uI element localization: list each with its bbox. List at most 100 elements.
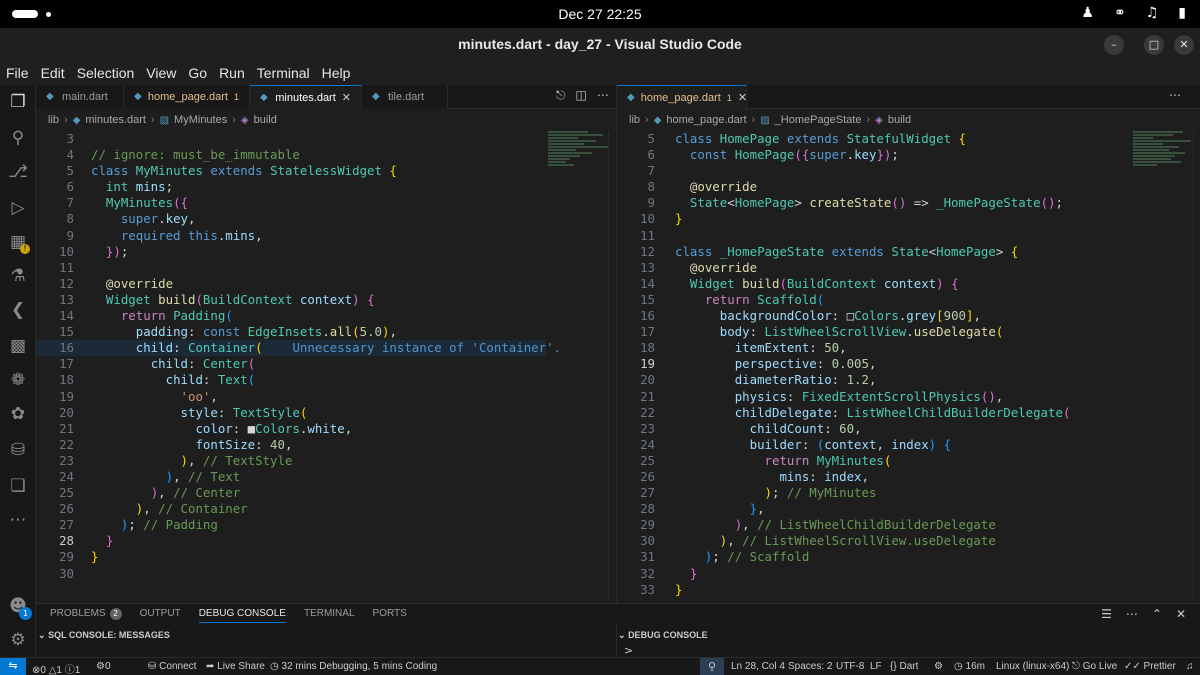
code-line[interactable]: 8 @override [617,179,1127,195]
panel-tab-problems[interactable]: PROBLEMS 2 [50,608,122,623]
figma-icon[interactable]: ❁ [0,365,36,395]
language-mode-status[interactable]: {} Dart [890,661,918,672]
code-line[interactable]: 28 }, [617,501,1127,517]
code-editor-right[interactable]: 5 class HomePage extends StatefulWidget {… [617,131,1127,598]
code-line[interactable]: 23 childCount: 60, [617,421,1127,437]
minimize-button[interactable]: – [1104,35,1124,55]
time-tracker-status[interactable]: ◷ 16m [954,661,985,672]
tab-tile-dart[interactable]: ◆ tile.dart [362,85,448,109]
code-line[interactable]: 21 physics: FixedExtentScrollPhysics(), [617,389,1127,405]
breadcrumb-class[interactable]: _HomePageState [775,114,862,126]
code-line[interactable]: 6 const HomePage({super.key}); [617,147,1127,163]
sql-connect-status[interactable]: ⛁ Connect [148,661,196,672]
remote-indicator-icon[interactable]: ⇋ [0,658,26,675]
encoding-status[interactable]: UTF-8 [836,661,864,672]
close-window-button[interactable]: ✕ [1174,35,1194,55]
settings-gear-icon[interactable]: ⚙ [0,625,36,655]
code-line[interactable]: 13 Widget build(BuildContext context) { [36,292,546,308]
code-line[interactable]: 25 ), // Center [36,485,546,501]
open-changes-icon[interactable]: ⎋ [556,88,566,103]
code-line[interactable]: 12 @override [36,276,546,292]
code-line[interactable]: 14 return Padding( [36,308,546,324]
coding-time-status[interactable]: ◷ 32 mins Debugging, 5 mins Coding [270,661,437,672]
code-line[interactable]: 28 } [36,533,546,549]
live-share-status[interactable]: ➦ Live Share [206,661,265,672]
filter-icon[interactable]: ⋯ [1126,607,1138,621]
code-line[interactable]: 11 [36,260,546,276]
code-line[interactable]: 22 fontSize: 40, [36,437,546,453]
debug-console-prompt[interactable]: > [624,644,633,657]
menu-file[interactable]: File [0,61,35,85]
panel-tab-terminal[interactable]: TERMINAL [304,608,355,623]
extensions-icon[interactable]: ▦! [0,227,36,257]
battery-icon[interactable]: ▮ [1178,5,1186,21]
tab-home-page-dart-right[interactable]: ◆ home_page.dart 1 ✕ [617,85,747,109]
code-line[interactable]: 31 ); // Scaffold [617,549,1127,565]
more-icon[interactable]: ⋯ [0,505,36,535]
breadcrumb-file[interactable]: minutes.dart [85,114,146,126]
prettier-status[interactable]: ✓✓ Prettier [1124,661,1176,672]
wifi-icon[interactable]: ⚭ [1114,5,1126,21]
menu-help[interactable]: Help [316,61,357,85]
breadcrumb-file[interactable]: home_page.dart [666,114,746,126]
eol-status[interactable]: LF [870,661,882,672]
code-line[interactable]: 30 [36,566,546,582]
remote-explorer-icon[interactable]: ❮ [0,295,36,325]
device-platform-status[interactable]: Linux (linux-x64) [996,661,1069,672]
clear-console-icon[interactable]: ☰ [1101,607,1112,621]
breadcrumb-method[interactable]: build [254,114,277,126]
run-debug-icon[interactable]: ▷ [0,193,36,223]
source-control-icon[interactable]: ⎇ [0,157,36,187]
notifications-bell-icon[interactable]: ♫ [1186,661,1194,672]
code-line[interactable]: 15 return Scaffold( [617,292,1127,308]
split-editor-icon[interactable]: ◫ [576,88,587,103]
panels-icon[interactable]: ❏ [0,471,36,501]
breadcrumb-method[interactable]: build [888,114,911,126]
breadcrumb-folder[interactable]: lib [629,114,640,126]
code-line[interactable]: 33} [617,582,1127,598]
code-line[interactable]: 15 padding: const EdgeInsets.all(5.0), [36,324,546,340]
maximize-panel-icon[interactable]: ⌃ [1152,607,1162,621]
code-line[interactable]: 18 itemExtent: 50, [617,340,1127,356]
volume-icon[interactable]: ♫ [1146,5,1159,21]
go-live-status[interactable]: ⎋ Go Live [1072,661,1117,672]
tab-minutes-dart[interactable]: ◆ minutes.dart ✕ [250,85,362,109]
code-line[interactable]: 9 State<HomePage> createState() => _Home… [617,195,1127,211]
problems-status[interactable]: ⊗0 △1 ⓘ1 [32,661,80,675]
chip-icon[interactable]: ▩ [0,331,36,361]
explorer-icon[interactable]: ❐ [0,87,36,117]
code-line[interactable]: 18 child: Text( [36,372,546,388]
database-icon[interactable]: ⛁ [0,435,36,465]
code-line[interactable]: 29} [36,549,546,565]
system-tray[interactable]: ♟ ⚭ ♫ ▮ [1081,5,1186,21]
code-line[interactable]: 27 ); // MyMinutes [617,485,1127,501]
more-actions-icon[interactable]: ⋯ [597,88,609,103]
code-line[interactable]: 25 return MyMinutes( [617,453,1127,469]
zoom-icon[interactable]: ⚲ [700,658,724,675]
code-line[interactable]: 24 ), // Text [36,469,546,485]
code-line[interactable]: 14 Widget build(BuildContext context) { [617,276,1127,292]
tab-main-dart[interactable]: ◆ main.dart [36,85,124,109]
panel-tab-debug-console[interactable]: DEBUG CONSOLE [198,608,286,623]
search-icon[interactable]: ⚲ [0,123,36,153]
more-actions-icon[interactable]: ⋯ [1169,88,1181,102]
code-line[interactable]: 7 MyMinutes({ [36,195,546,211]
accounts-icon[interactable]: ☻ 1 [0,591,36,621]
breadcrumb-class[interactable]: MyMinutes [174,114,227,126]
panel-tab-ports[interactable]: PORTS [373,608,407,623]
code-line[interactable]: 10 }); [36,244,546,260]
code-line[interactable]: 12 class _HomePageState extends State<Hom… [617,244,1127,260]
code-line[interactable]: 3 [36,131,546,147]
code-line[interactable]: 9 required this.mins, [36,228,546,244]
cursor-position-status[interactable]: Ln 28, Col 4 [731,661,785,672]
code-line[interactable]: 21 color: ■Colors.white, [36,421,546,437]
close-panel-icon[interactable]: ✕ [1176,607,1186,621]
dart-devtools-icon[interactable]: ⚙ [934,661,943,672]
code-line[interactable]: 7 [617,163,1127,179]
ports-status[interactable]: ⚙0 [96,661,111,672]
breadcrumb-folder[interactable]: lib [48,114,59,126]
code-line[interactable]: 13 @override [617,260,1127,276]
accessibility-icon[interactable]: ♟ [1081,5,1094,21]
code-line[interactable]: 29 ), // ListWheelChildBuilderDelegate [617,517,1127,533]
code-line[interactable]: 19 'oo', [36,389,546,405]
